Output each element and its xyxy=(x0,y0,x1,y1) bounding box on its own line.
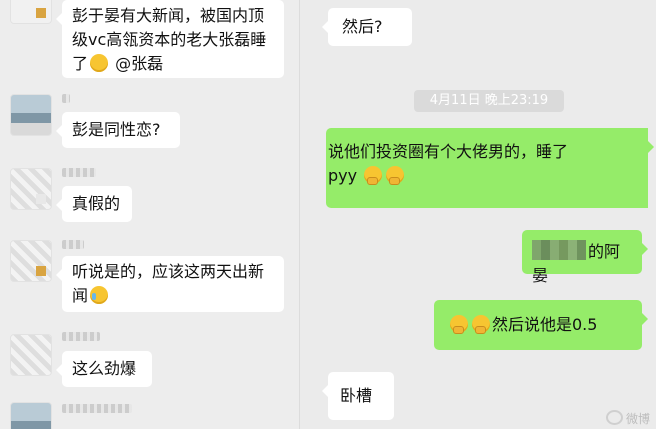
crying-laugh-emoji-icon xyxy=(90,286,109,304)
fist-emoji-icon xyxy=(450,315,468,334)
sender-name-blurred xyxy=(62,404,132,413)
message-text: 然后? xyxy=(342,17,383,36)
message-bubble-outgoing[interactable]: 的阿晏 xyxy=(522,230,648,285)
mention-text[interactable]: @张磊 xyxy=(115,54,163,73)
message-bubble[interactable]: 彭于晏有大新闻，被国内顶级vc高瓴资本的老大张磊睡了 @张磊 xyxy=(56,0,284,78)
fist-emoji-icon xyxy=(386,166,405,185)
message-text: 彭是同性恋? xyxy=(72,120,161,139)
avatar[interactable] xyxy=(10,240,52,282)
fist-emoji-icon xyxy=(364,166,383,185)
avatar-badge-icon xyxy=(36,266,46,276)
message-bubble[interactable]: 彭是同性恋? xyxy=(56,112,180,148)
message-text: 卧槽 xyxy=(340,386,373,405)
message-bubble[interactable]: 卧槽 xyxy=(322,372,394,420)
avatar[interactable] xyxy=(10,334,52,376)
message-text: 真假的 xyxy=(72,194,121,213)
watermark-text: 微博 xyxy=(625,412,650,426)
message-line: pyy xyxy=(328,164,638,188)
message-bubble-outgoing[interactable]: 然后说他是0.5 xyxy=(434,300,648,350)
message-bubble[interactable]: 然后? xyxy=(322,8,412,46)
weibo-logo-icon xyxy=(605,410,623,425)
message-bubble[interactable]: 真假的 xyxy=(56,186,132,222)
watermark: 微博 xyxy=(605,410,650,427)
message-text: 然后说他是0.5 xyxy=(492,315,598,334)
avatar-badge-icon xyxy=(36,194,46,204)
avatar[interactable] xyxy=(10,94,52,136)
avatar-badge-icon xyxy=(36,8,46,18)
fist-emoji-icon xyxy=(472,315,490,334)
redacted-mosaic xyxy=(532,240,586,260)
sender-name-blurred xyxy=(62,94,70,103)
grin-emoji-icon xyxy=(90,54,109,72)
message-text: 说他们投资圈有个大佬男的，睡了 xyxy=(328,142,569,161)
message-text: 这么劲爆 xyxy=(72,359,137,378)
sender-name-blurred xyxy=(62,332,100,341)
sender-name-blurred xyxy=(62,240,84,249)
avatar[interactable] xyxy=(10,168,52,210)
sender-name-blurred xyxy=(62,168,96,177)
message-bubble-outgoing[interactable]: 说他们投资圈有个大佬男的，睡了 pyy xyxy=(326,128,654,208)
left-chat-panel: 彭于晏有大新闻，被国内顶级vc高瓴资本的老大张磊睡了 @张磊 彭是同性恋? 真假… xyxy=(0,0,300,429)
message-bubble[interactable]: 听说是的，应该这两天出新闻 xyxy=(56,256,284,312)
avatar[interactable] xyxy=(10,0,52,24)
avatar[interactable] xyxy=(10,402,52,429)
message-bubble[interactable]: 这么劲爆 xyxy=(56,351,152,387)
message-text: pyy xyxy=(328,166,358,185)
right-chat-panel: 然后? 4月11日 晚上23:19 说他们投资圈有个大佬男的，睡了 pyy 的阿… xyxy=(300,0,656,429)
timestamp: 4月11日 晚上23:19 xyxy=(414,90,564,112)
